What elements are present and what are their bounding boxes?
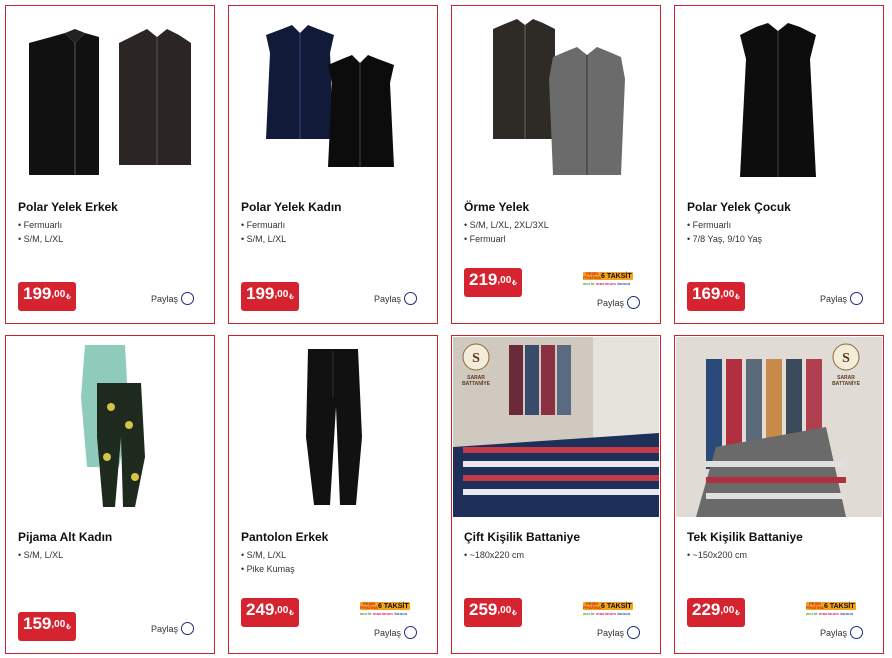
price-badge: 249,00₺ xyxy=(241,598,299,627)
price-badge: 259,00₺ xyxy=(464,598,522,627)
product-title: Polar Yelek Erkek xyxy=(18,200,118,214)
product-title: Tek Kişilik Battaniye xyxy=(687,530,803,544)
product-card[interactable]: Örme Yelek • S/M, L/XL, 2XL/3XL • Fermua… xyxy=(451,5,661,324)
feature-list: • Fermuarlı • S/M, L/XL xyxy=(241,220,286,248)
product-image[interactable] xyxy=(7,337,213,517)
product-grid: Polar Yelek Erkek • Fermuarlı • S/M, L/X… xyxy=(5,5,887,654)
feature-list: • Fermuarlı • 7/8 Yaş, 9/10 Yaş xyxy=(687,220,762,248)
product-image[interactable] xyxy=(453,7,659,187)
product-image[interactable] xyxy=(676,7,882,187)
share-button[interactable]: Paylaş xyxy=(597,296,640,309)
product-card[interactable]: Polar Yelek Kadın • Fermuarlı • S/M, L/X… xyxy=(228,5,438,324)
product-image[interactable] xyxy=(230,337,436,517)
product-card[interactable]: S SARAR BATTANİYE Tek Kişilik Battaniye … xyxy=(674,335,884,654)
feature-item: • 7/8 Yaş, 9/10 Yaş xyxy=(687,234,763,244)
svg-text:BATTANİYE: BATTANİYE xyxy=(462,380,491,387)
svg-text:S: S xyxy=(472,351,480,366)
product-title: Pijama Alt Kadın xyxy=(18,530,113,544)
installment-badge: PEŞİN FİYATINA 6 TAKSİT world maximum bon… xyxy=(583,271,633,286)
share-button[interactable]: Paylaş xyxy=(374,626,417,639)
feature-item: • S/M, L/XL xyxy=(18,234,64,244)
price-badge: 159,00₺ xyxy=(18,612,76,641)
installment-badge: PEŞİN FİYATINA 6 TAKSİT world maximum bon… xyxy=(583,601,633,616)
feature-item: • Pike Kumaş xyxy=(241,564,295,574)
share-button[interactable]: Paylaş xyxy=(820,626,863,639)
price-badge: 169,00₺ xyxy=(687,282,745,311)
share-button[interactable]: Paylaş xyxy=(151,292,194,305)
share-icon xyxy=(404,626,417,639)
feature-list: • S/M, L/XL • Pike Kumaş xyxy=(241,550,295,578)
product-card[interactable]: Pijama Alt Kadın • S/M, L/XL 159,00₺ Pay… xyxy=(5,335,215,654)
product-image[interactable]: S SARAR BATTANİYE xyxy=(453,337,659,517)
share-icon xyxy=(850,292,863,305)
feature-item: • ~150x200 cm xyxy=(687,550,747,560)
price-badge: 199,00₺ xyxy=(241,282,299,311)
share-button[interactable]: Paylaş xyxy=(374,292,417,305)
product-title: Pantolon Erkek xyxy=(241,530,329,544)
share-icon xyxy=(627,296,640,309)
feature-item: • ~180x220 cm xyxy=(464,550,524,560)
share-button[interactable]: Paylaş xyxy=(151,622,194,635)
product-card[interactable]: Pantolon Erkek • S/M, L/XL • Pike Kumaş … xyxy=(228,335,438,654)
product-title: Çift Kişilik Battaniye xyxy=(464,530,581,544)
installment-badge: PEŞİN FİYATINA 6 TAKSİT world maximum bon… xyxy=(360,601,410,616)
feature-item: • S/M, L/XL, 2XL/3XL xyxy=(464,220,549,230)
share-button[interactable]: Paylaş xyxy=(597,626,640,639)
share-icon xyxy=(181,292,194,305)
price-badge: 229,00₺ xyxy=(687,598,745,627)
product-title: Örme Yelek xyxy=(464,200,530,214)
share-icon xyxy=(850,626,863,639)
feature-list: • S/M, L/XL, 2XL/3XL • Fermuarl xyxy=(464,220,549,248)
feature-item: • Fermuarlı xyxy=(687,220,732,230)
feature-item: • S/M, L/XL xyxy=(241,550,287,560)
feature-list: • Fermuarlı • S/M, L/XL xyxy=(18,220,63,248)
share-icon xyxy=(181,622,194,635)
product-image[interactable] xyxy=(230,7,436,187)
feature-list: • S/M, L/XL xyxy=(18,550,63,564)
product-card[interactable]: Polar Yelek Çocuk • Fermuarlı • 7/8 Yaş,… xyxy=(674,5,884,324)
feature-list: • ~180x220 cm xyxy=(464,550,524,564)
svg-text:S: S xyxy=(842,351,850,366)
installment-badge: PEŞİN FİYATINA 6 TAKSİT world maximum bon… xyxy=(806,601,856,616)
product-card[interactable]: Polar Yelek Erkek • Fermuarlı • S/M, L/X… xyxy=(5,5,215,324)
feature-item: • S/M, L/XL xyxy=(18,550,64,560)
price-badge: 219,00₺ xyxy=(464,268,522,297)
feature-item: • Fermuarl xyxy=(464,234,506,244)
product-card[interactable]: S SARAR BATTANİYE Çift Kişilik Battaniye… xyxy=(451,335,661,654)
share-icon xyxy=(404,292,417,305)
product-image[interactable] xyxy=(7,7,213,187)
product-title: Polar Yelek Çocuk xyxy=(687,200,791,214)
share-button[interactable]: Paylaş xyxy=(820,292,863,305)
product-image[interactable]: S SARAR BATTANİYE xyxy=(676,337,882,517)
svg-text:BATTANİYE: BATTANİYE xyxy=(832,380,861,387)
product-title: Polar Yelek Kadın xyxy=(241,200,342,214)
feature-list: • ~150x200 cm xyxy=(687,550,747,564)
feature-item: • Fermuarlı xyxy=(241,220,286,230)
price-badge: 199,00₺ xyxy=(18,282,76,311)
share-icon xyxy=(627,626,640,639)
feature-item: • Fermuarlı xyxy=(18,220,63,230)
feature-item: • S/M, L/XL xyxy=(241,234,287,244)
